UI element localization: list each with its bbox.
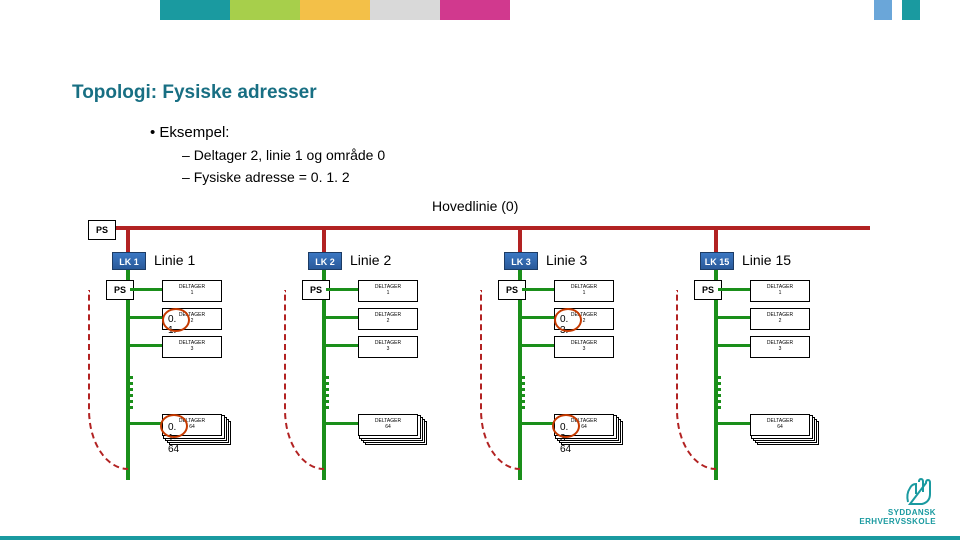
bullet-line-b: Fysiske adresse = 0. 1. 2 bbox=[194, 169, 350, 185]
drop-connector bbox=[322, 230, 326, 252]
branch-connector bbox=[326, 422, 358, 425]
device-box: DELTAGER3 bbox=[554, 336, 614, 358]
logo-text-top: SYDDANSK bbox=[859, 508, 936, 517]
branch-connector bbox=[522, 288, 554, 291]
highlight-circle bbox=[552, 414, 580, 438]
main-line-label: Hovedlinie (0) bbox=[432, 198, 518, 214]
continuation-dots bbox=[522, 376, 525, 410]
brand-seg bbox=[230, 0, 300, 20]
branch-connector bbox=[326, 316, 358, 319]
page-title: Topologi: Fysiske adresser bbox=[72, 82, 317, 104]
dashed-arc bbox=[284, 290, 324, 470]
school-logo: SYDDANSK ERHVERVSSKOLE bbox=[859, 476, 936, 526]
device-box: DELTAGER2 bbox=[358, 308, 418, 330]
line-label: Linie 3 bbox=[546, 252, 587, 268]
dashed-arc bbox=[676, 290, 716, 470]
branch-connector bbox=[130, 316, 162, 319]
drop-connector bbox=[714, 230, 718, 252]
brand-seg bbox=[902, 0, 920, 20]
drop-connector bbox=[126, 230, 130, 252]
device-box: DELTAGER3 bbox=[358, 336, 418, 358]
brand-seg bbox=[874, 0, 892, 20]
highlight-circle bbox=[554, 308, 582, 332]
line-coupler: LK 1 bbox=[112, 252, 146, 270]
dashed-arc bbox=[88, 290, 128, 470]
device-box: DELTAGER1 bbox=[554, 280, 614, 302]
branch-connector bbox=[130, 344, 162, 347]
continuation-dots bbox=[130, 376, 133, 410]
branch-connector bbox=[522, 316, 554, 319]
branch-connector bbox=[130, 288, 162, 291]
branch-connector bbox=[326, 344, 358, 347]
device-box-stack: DELTAGER64 bbox=[358, 414, 418, 436]
brand-seg bbox=[160, 0, 230, 20]
branch-connector bbox=[522, 422, 554, 425]
bullet-line-a: Deltager 2, linie 1 og område 0 bbox=[194, 147, 385, 163]
hand-icon bbox=[902, 476, 936, 506]
highlight-circle bbox=[162, 308, 190, 332]
branch-connector bbox=[130, 422, 162, 425]
line-coupler: LK 3 bbox=[504, 252, 538, 270]
line-label: Linie 1 bbox=[154, 252, 195, 268]
device-box: DELTAGER3 bbox=[750, 336, 810, 358]
dashed-arc bbox=[480, 290, 520, 470]
bullet-eksempel: Eksempel: bbox=[159, 124, 229, 141]
device-box-stack: DELTAGER64 bbox=[750, 414, 810, 436]
line-coupler: LK 2 bbox=[308, 252, 342, 270]
device-box: DELTAGER1 bbox=[750, 280, 810, 302]
brand-seg bbox=[300, 0, 370, 20]
brand-seg bbox=[440, 0, 510, 20]
topology-diagram: PS LK 1Linie 1PSDELTAGER1DELTAGER20. 1. … bbox=[88, 216, 878, 506]
line-label: Linie 2 bbox=[350, 252, 391, 268]
highlight-circle bbox=[160, 414, 188, 438]
branch-connector bbox=[718, 422, 750, 425]
branch-connector bbox=[718, 344, 750, 347]
continuation-dots bbox=[326, 376, 329, 410]
device-box: DELTAGER1 bbox=[358, 280, 418, 302]
logo-text-bottom: ERHVERVSSKOLE bbox=[859, 517, 936, 526]
line-coupler: LK 15 bbox=[700, 252, 734, 270]
branch-connector bbox=[718, 288, 750, 291]
brand-stripe bbox=[0, 0, 960, 20]
device-box: DELTAGER3 bbox=[162, 336, 222, 358]
line-label: Linie 15 bbox=[742, 252, 791, 268]
continuation-dots bbox=[718, 376, 721, 410]
ps-main-supply: PS bbox=[88, 220, 116, 240]
device-box: DELTAGER1 bbox=[162, 280, 222, 302]
branch-connector bbox=[326, 288, 358, 291]
device-box: DELTAGER2 bbox=[750, 308, 810, 330]
bullet-list: Eksempel: Deltager 2, linie 1 og område … bbox=[150, 118, 385, 191]
footer-stripe bbox=[0, 536, 960, 540]
branch-connector bbox=[522, 344, 554, 347]
drop-connector bbox=[518, 230, 522, 252]
branch-connector bbox=[718, 316, 750, 319]
brand-seg bbox=[370, 0, 440, 20]
